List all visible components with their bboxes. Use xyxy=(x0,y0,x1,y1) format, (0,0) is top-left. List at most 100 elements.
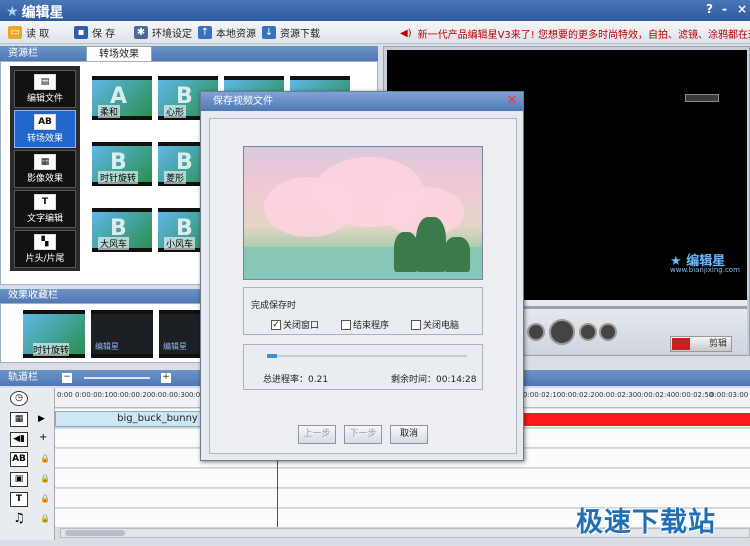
ruler-tick: 0:00:02:50 xyxy=(675,391,714,399)
remaining-time: 剩余时间：00:14:28 xyxy=(391,375,477,385)
transition-thumb[interactable]: B 大风车 xyxy=(92,208,152,252)
exit-program-option[interactable]: 结束程序 xyxy=(341,318,389,331)
track-labels: ◷ ▦ ▶ ◀▮ + AB 🔒 ▣ 🔒 T 🔒 ♫ 🔒 xyxy=(0,388,55,540)
sidebar-label: 文字编辑 xyxy=(26,214,63,224)
next-icon[interactable] xyxy=(579,323,597,341)
exit-program-label: 结束程序 xyxy=(353,321,390,331)
tab-transitions[interactable]: 转场效果 xyxy=(86,46,152,61)
zoom-in-icon[interactable]: + xyxy=(161,373,171,383)
previous-icon[interactable] xyxy=(527,323,545,341)
close-icon[interactable]: ✕ xyxy=(505,94,519,108)
toolbar-local-label: 本地资源 xyxy=(216,29,256,40)
toolbar-open-label: 读 取 xyxy=(26,29,50,40)
site-watermark: 极速下载站 xyxy=(576,507,716,538)
toolbar-download-label: 资源下载 xyxy=(280,29,320,40)
toolbar-settings-label: 环境设定 xyxy=(152,29,192,40)
help-button[interactable]: ? xyxy=(706,2,713,16)
film-effect-icon: ▣ xyxy=(10,472,28,487)
text-icon: T xyxy=(10,492,28,507)
star-icon: ★ xyxy=(6,4,19,20)
zoom-out-icon[interactable]: − xyxy=(62,373,72,383)
ruler-tick: 0:00:02:40 xyxy=(637,391,676,399)
toolbar-save[interactable]: ▪ 保 存 xyxy=(74,25,115,40)
lock-icon[interactable]: 🔒 xyxy=(40,514,50,523)
transition-thumb-label: 柔和 xyxy=(98,105,121,118)
close-button[interactable]: × xyxy=(737,2,747,16)
effect-item-label: 编辑星 xyxy=(95,342,119,351)
save-icon: ▪ xyxy=(74,26,88,39)
toolbar-settings[interactable]: ✱ 环境设定 xyxy=(134,25,192,40)
download-icon: ↓ xyxy=(262,26,276,39)
shutdown-option[interactable]: 关闭电脑 xyxy=(411,318,459,331)
lock-icon[interactable]: 🔒 xyxy=(40,454,50,463)
effect-item[interactable]: 时针旋转 xyxy=(23,310,85,358)
progress-track xyxy=(267,355,467,357)
transition-thumb[interactable]: A 柔和 xyxy=(92,76,152,120)
expand-icon[interactable]: ▶ xyxy=(38,414,45,424)
close-window-label: 关闭窗口 xyxy=(283,321,320,331)
sidebar-item-intro-outro[interactable]: ▚ 片头/片尾 xyxy=(14,230,76,268)
video-track-icon: ▦ xyxy=(10,412,28,427)
prev-button[interactable]: 上一步 xyxy=(298,425,336,444)
effect-track[interactable] xyxy=(55,469,750,488)
dialog-title: 保存视频文件 xyxy=(201,92,523,111)
cancel-button[interactable]: 取消 xyxy=(390,425,428,444)
music-icon: ♫ xyxy=(13,511,25,526)
add-track-icon[interactable]: + xyxy=(39,432,47,443)
lock-icon[interactable]: 🔒 xyxy=(40,494,50,503)
checkbox-icon[interactable] xyxy=(411,319,421,330)
ruler-tick: 0:00:00:10 xyxy=(75,391,114,399)
promo-notice[interactable]: ◀) 新一代产品编辑星V3来了! 您想要的更多时尚特效，自拍、滤镜、涂鸦都在这里… xyxy=(400,26,750,41)
sidebar-item-transitions[interactable]: AB 转场效果 xyxy=(14,110,76,148)
progress-fill xyxy=(267,354,277,358)
ruler-tick: 0:00 xyxy=(57,391,73,399)
transition-thumb-label: 时针旋转 xyxy=(98,171,139,184)
zoom-slider[interactable] xyxy=(84,377,150,379)
cut-button[interactable]: 剪辑 xyxy=(670,336,732,352)
clip-end-bar[interactable] xyxy=(522,413,750,426)
next-button[interactable]: 下一步 xyxy=(344,425,382,444)
minimize-button[interactable]: - xyxy=(722,2,727,16)
total-progress: 总进程率：0.21 xyxy=(263,375,329,385)
film-effect-icon: ▦ xyxy=(34,154,56,170)
transition-thumb-label: 心形 xyxy=(164,105,187,118)
folder-open-icon: ▭ xyxy=(8,26,22,39)
ruler-tick: 0:00:00:20 xyxy=(113,391,152,399)
upload-icon: ↑ xyxy=(198,26,212,39)
scrollbar-thumb[interactable] xyxy=(65,530,125,536)
track-panel-title: 轨道栏 xyxy=(8,372,38,383)
transition-thumb[interactable]: B 时针旋转 xyxy=(92,142,152,186)
effect-item[interactable]: 编辑星 xyxy=(91,310,153,358)
microphone-icon xyxy=(672,338,690,350)
app-logo: ★ 编辑星 xyxy=(6,2,64,22)
preview-title-strip xyxy=(685,94,719,102)
close-window-option[interactable]: ✓ 关闭窗口 xyxy=(271,318,319,331)
stop-icon[interactable] xyxy=(599,323,617,341)
toolbar-local-resources[interactable]: ↑ 本地资源 xyxy=(198,25,256,40)
resource-sidebar: ▤ 编辑文件 AB 转场效果 ▦ 影像效果 T 文字编辑 ▚ 片头/片尾 xyxy=(10,66,80,271)
promo-notice-text: 新一代产品编辑星V3来了! 您想要的更多时尚特效，自拍、滤镜、涂鸦都在这里! xyxy=(417,30,750,41)
resource-panel-header: 资源栏 xyxy=(0,46,378,61)
cut-button-label: 剪辑 xyxy=(708,339,727,349)
toolbar-download[interactable]: ↓ 资源下载 xyxy=(262,25,320,40)
ruler-tick: 0:00:03:00 xyxy=(710,391,749,399)
gear-icon: ✱ xyxy=(134,26,148,39)
sidebar-item-text-edit[interactable]: T 文字编辑 xyxy=(14,190,76,228)
effect-item-label: 编辑星 xyxy=(163,342,187,351)
ab-transition-icon: AB xyxy=(34,114,56,130)
speaker-icon: ◀) xyxy=(400,28,412,39)
blocks-icon: ▚ xyxy=(34,234,56,250)
clock-icon: ◷ xyxy=(10,391,28,406)
checkbox-icon[interactable] xyxy=(341,319,351,330)
checkbox-checked-icon[interactable]: ✓ xyxy=(271,319,281,330)
sidebar-item-edit-file[interactable]: ▤ 编辑文件 xyxy=(14,70,76,108)
ruler-tick: 0:00:02:30 xyxy=(599,391,638,399)
preview-url: www.bianjixing.com xyxy=(670,266,740,274)
sidebar-label: 影像效果 xyxy=(26,174,63,184)
toolbar: ▭ 读 取 ▪ 保 存 ✱ 环境设定 ↑ 本地资源 ↓ 资源下载 ◀) 新一代产… xyxy=(0,21,750,44)
play-icon[interactable] xyxy=(549,319,575,345)
sidebar-item-image-effects[interactable]: ▦ 影像效果 xyxy=(14,150,76,188)
sidebar-label: 片头/片尾 xyxy=(25,254,65,264)
lock-icon[interactable]: 🔒 xyxy=(40,474,50,483)
toolbar-open[interactable]: ▭ 读 取 xyxy=(8,25,49,40)
